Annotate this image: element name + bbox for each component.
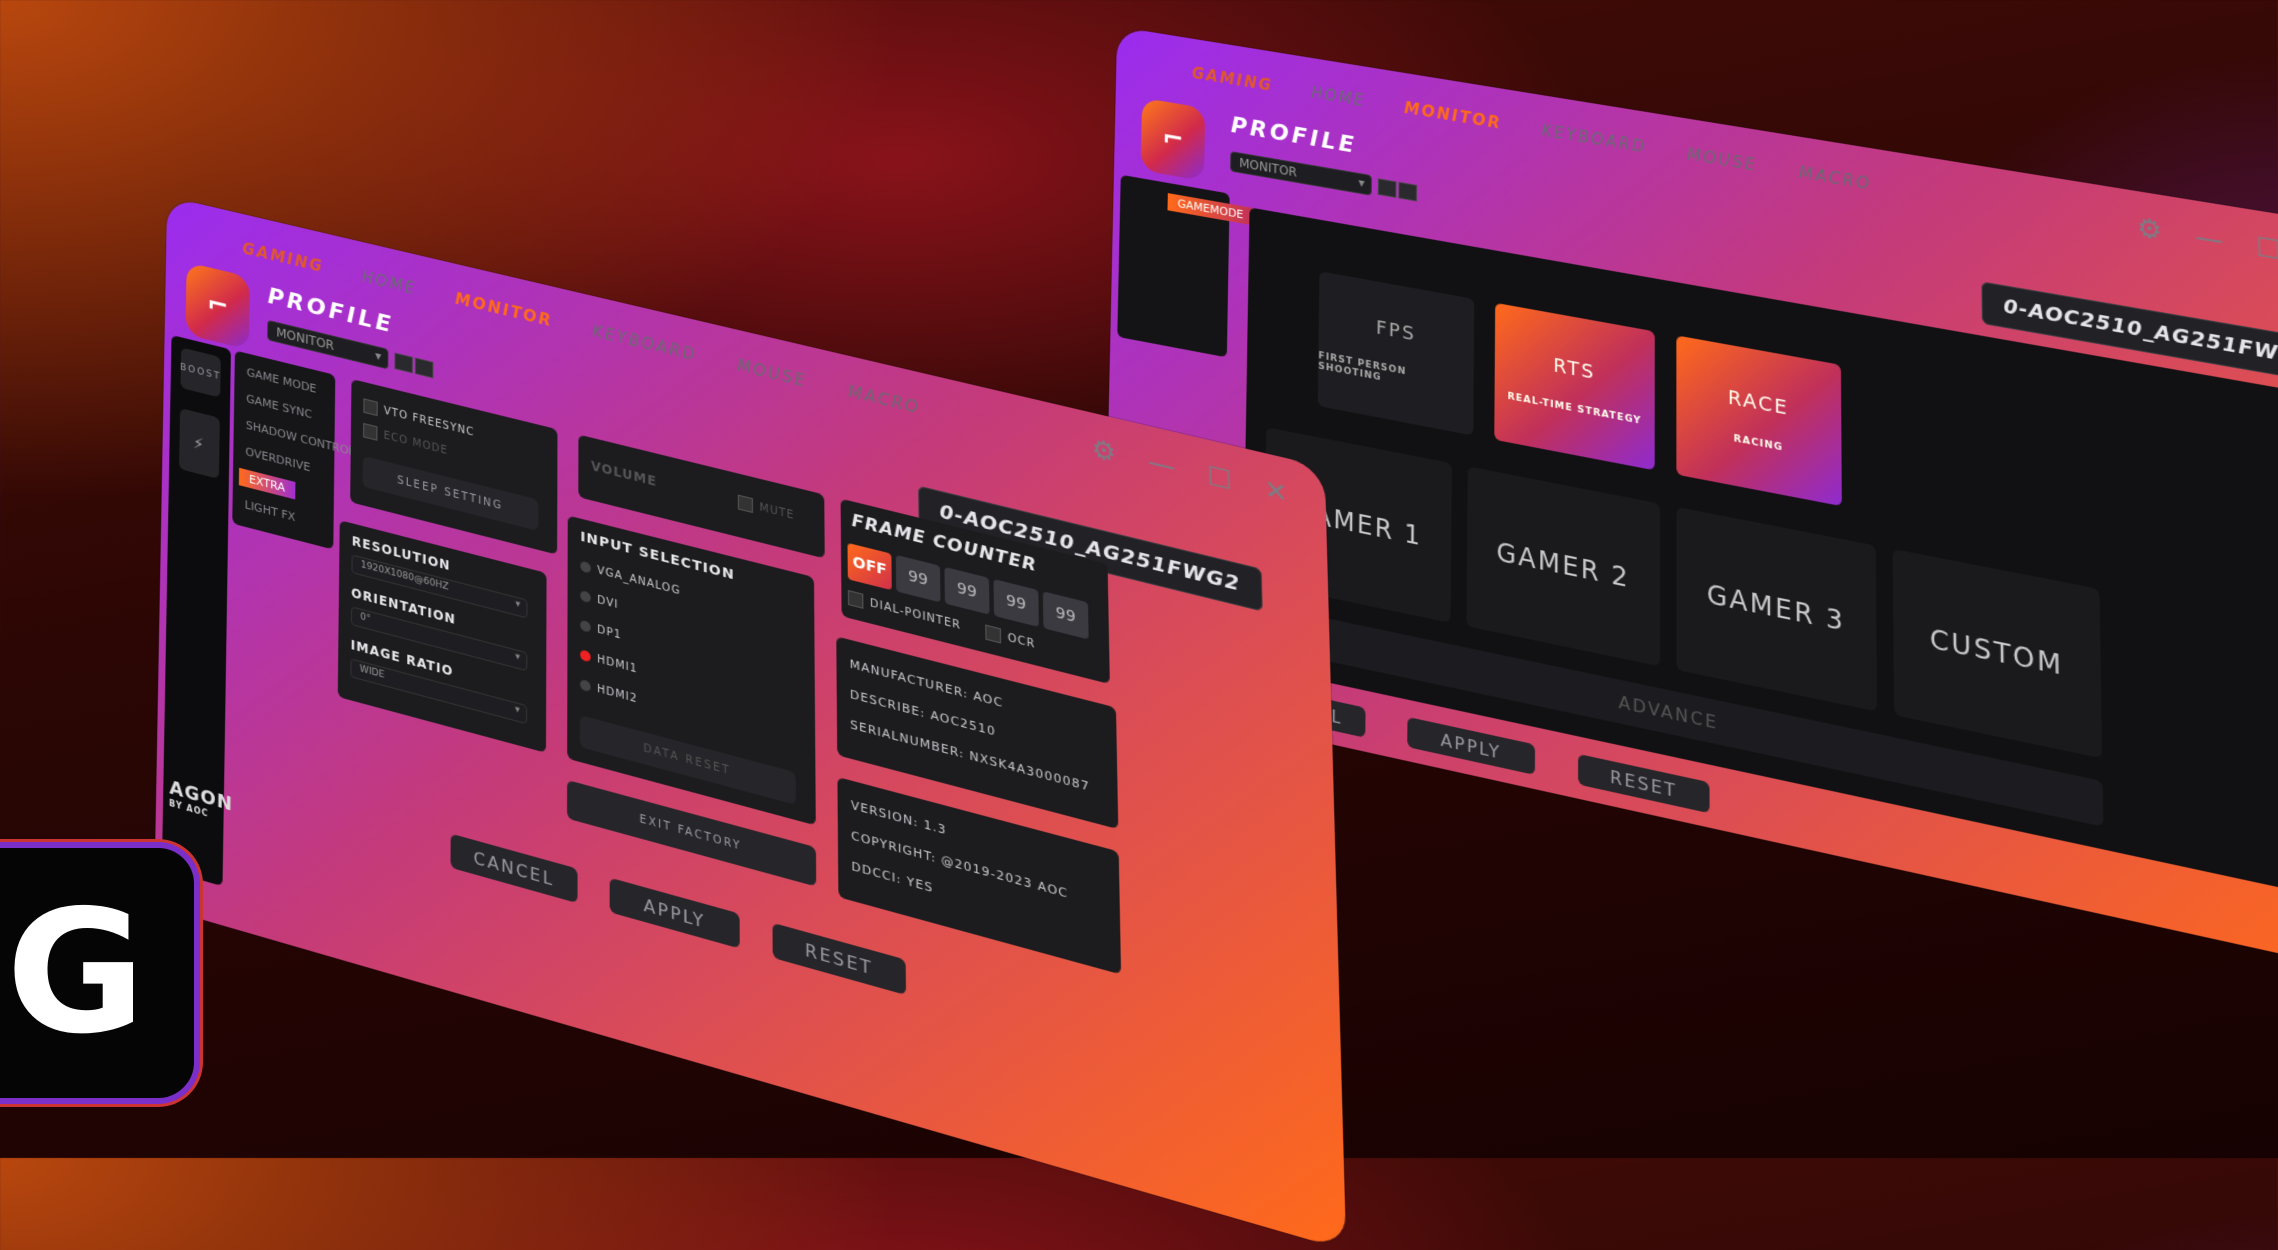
mute-label: MUTE <box>759 501 795 523</box>
nav-macro[interactable]: MACRO <box>1799 163 1872 194</box>
input-label: VGA_ANALOG <box>597 564 681 598</box>
checkbox[interactable] <box>363 422 378 441</box>
minimize-icon[interactable]: — <box>2194 221 2223 256</box>
input-dvi[interactable]: DVI <box>580 590 619 612</box>
nav-mouse[interactable]: MOUSE <box>737 356 807 391</box>
fc-off[interactable]: OFF <box>847 542 892 591</box>
input-label: HDMI2 <box>597 683 638 706</box>
nav-gaming[interactable]: GAMING <box>1192 64 1273 95</box>
maximize-icon[interactable]: ☐ <box>1207 460 1232 496</box>
nav-monitor[interactable]: MONITOR <box>455 289 553 331</box>
nav-home[interactable]: HOME <box>1311 83 1366 110</box>
maximize-icon[interactable]: ☐ <box>2256 231 2278 266</box>
radio[interactable] <box>580 560 591 574</box>
fc-value-3[interactable]: 99 <box>993 579 1039 628</box>
reset-button[interactable]: RESET <box>772 922 907 996</box>
sleep-setting-button[interactable]: SLEEP SETTING <box>362 455 539 532</box>
mode-title: FPS <box>1375 316 1416 346</box>
profile-title: PROFILE <box>1230 112 1358 160</box>
input-selection-panel: INPUT SELECTION VGA_ANALOG DVI DP1 HDMI1… <box>567 515 816 826</box>
radio[interactable] <box>580 678 591 693</box>
back-window-controls: ⚙ — ☐ ✕ <box>2137 212 2278 276</box>
fc-value-1[interactable]: 99 <box>895 554 941 603</box>
cancel-button[interactable]: CANCEL <box>450 833 578 904</box>
fc-value-4[interactable]: 99 <box>1042 591 1089 640</box>
eco-label: ECO MODE <box>383 430 449 458</box>
apply-button[interactable]: APPLY <box>1407 716 1536 775</box>
app-logo: ⌐ <box>1140 97 1206 182</box>
brand-g-tile: G <box>0 842 200 1104</box>
display-settings-panel: RESOLUTION 1920X1080@60HZ ORIENTATION 0°… <box>337 520 547 753</box>
input-label: DP1 <box>597 623 622 642</box>
input-hdmi1[interactable]: HDMI1 <box>580 649 638 676</box>
minimize-icon[interactable]: — <box>1148 446 1176 483</box>
ocr-label: OCR <box>1007 632 1036 652</box>
apply-button[interactable]: APPLY <box>609 877 740 949</box>
gear-icon[interactable]: ⚙ <box>1092 433 1117 469</box>
input-hdmi2[interactable]: HDMI2 <box>580 678 638 706</box>
checkbox[interactable] <box>363 398 378 417</box>
mode-subtitle: FIRST PERSON SHOOTING <box>1318 350 1407 383</box>
nav-mouse[interactable]: MOUSE <box>1687 145 1757 175</box>
profile-rename-button[interactable] <box>1377 178 1397 198</box>
radio[interactable] <box>580 619 591 633</box>
nav-monitor[interactable]: MONITOR <box>1404 98 1502 133</box>
lightning-icon[interactable]: ⚡ <box>179 407 220 480</box>
input-dp1[interactable]: DP1 <box>580 619 622 642</box>
mode-subtitle: RACING <box>1733 433 1784 454</box>
volume-label: VOLUME <box>590 458 657 490</box>
mute-option[interactable]: MUTE <box>737 494 795 524</box>
profile-save-button[interactable] <box>1398 181 1418 202</box>
profile-rename-button[interactable] <box>394 352 413 374</box>
mode-title: RTS <box>1553 353 1596 384</box>
radio[interactable] <box>580 590 591 604</box>
nav-gaming[interactable]: GAMING <box>242 239 323 276</box>
nav-keyboard[interactable]: KEYBOARD <box>592 322 696 365</box>
fc-value-2[interactable]: 99 <box>944 566 990 615</box>
brand-g-letter: G <box>6 874 146 1072</box>
front-top-nav: GAMING HOME MONITOR KEYBOARD MOUSE MACRO <box>242 239 920 418</box>
reset-button[interactable]: RESET <box>1578 753 1710 814</box>
input-label: HDMI1 <box>597 653 638 676</box>
checkbox[interactable] <box>985 624 1002 644</box>
mode-subtitle: REAL-TIME STRATEGY <box>1507 390 1642 427</box>
close-icon[interactable]: ✕ <box>1264 473 1288 509</box>
mode-title: RACE <box>1727 385 1790 420</box>
extra-settings-panel: VTO FREESYNC ECO MODE SLEEP SETTING <box>350 378 558 555</box>
app-logo: ⌐ <box>185 262 251 350</box>
nav-home[interactable]: HOME <box>362 267 417 298</box>
nav-keyboard[interactable]: KEYBOARD <box>1542 121 1647 157</box>
ddcci-text: DDCCI: YES <box>851 859 934 896</box>
input-label: DVI <box>597 594 619 612</box>
checkbox[interactable] <box>847 589 864 609</box>
gear-icon[interactable]: ⚙ <box>2137 212 2163 247</box>
checkbox[interactable] <box>737 494 753 514</box>
profile-save-button[interactable] <box>414 357 434 379</box>
nav-macro[interactable]: MACRO <box>848 382 920 418</box>
copyright-text: COPYRIGHT: @2019-2023 AOC <box>851 828 1069 902</box>
ocr-option[interactable]: OCR <box>985 624 1036 652</box>
radio-selected[interactable] <box>580 649 591 663</box>
